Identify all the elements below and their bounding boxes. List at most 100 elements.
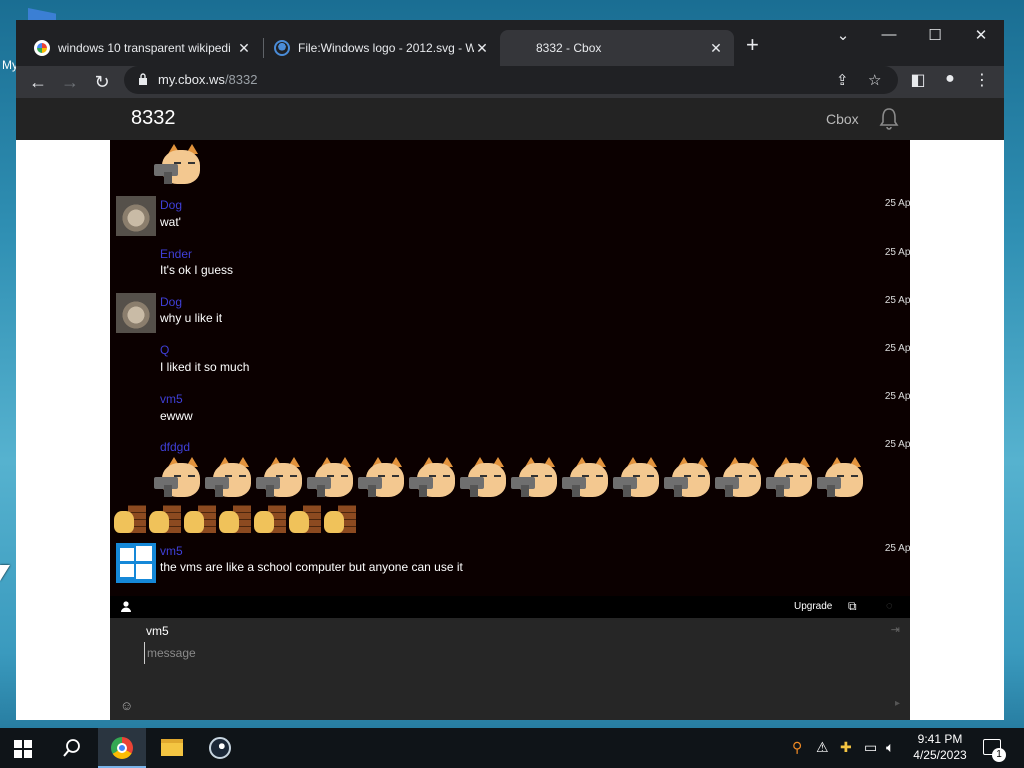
- popout-icon[interactable]: ⧉: [848, 599, 857, 614]
- new-tab-button[interactable]: +: [746, 34, 759, 56]
- profile-icon[interactable]: ●: [938, 70, 962, 88]
- clock-time: 9:41 PM: [917, 732, 963, 746]
- message-author[interactable]: dfdgd: [160, 440, 190, 454]
- gun-cat-emote: [256, 457, 304, 499]
- network-disabled-icon[interactable]: ⚠: [816, 739, 829, 756]
- cbox-header: 8332 Cbox: [16, 98, 1004, 140]
- send-icon[interactable]: ▸: [895, 698, 900, 709]
- windows-security-icon[interactable]: ✚: [840, 739, 852, 756]
- start-windows-icon[interactable]: [14, 740, 32, 758]
- post-form: vm5 ⇥ ☺ ▸: [110, 618, 910, 720]
- gun-cat-emote: [562, 457, 610, 499]
- gun-cat-emote: [409, 457, 457, 499]
- bell-icon[interactable]: [878, 106, 900, 130]
- message-text: ewww: [160, 409, 193, 423]
- menu-kebab-icon[interactable]: ⋮: [970, 70, 994, 90]
- cbox-brand-link[interactable]: Cbox: [826, 111, 859, 127]
- browser-toolbar: ← → ↻ my.cbox.ws/8332 ⇪ ☆ ◧ ● ⋮: [16, 66, 1004, 98]
- reload-icon[interactable]: ↻: [90, 70, 114, 94]
- tab-title: File:Windows logo - 2012.svg - W: [298, 41, 474, 55]
- tab-close-icon[interactable]: ✕: [474, 40, 490, 57]
- bookmark-star-icon[interactable]: ☆: [868, 71, 881, 89]
- wikimedia-icon: [274, 40, 290, 56]
- message-timestamp: 25 Apr 23, 09:39 PM: [884, 343, 910, 354]
- gun-cat-emote: [205, 457, 253, 499]
- message-text: It's ok I guess: [160, 263, 233, 277]
- steam-icon: [209, 737, 231, 759]
- message-author[interactable]: Ender: [160, 247, 192, 261]
- doge-wall-emote: [252, 501, 286, 535]
- message-text: the vms are like a school computer but a…: [160, 560, 463, 574]
- taskbar-chrome-button[interactable]: [98, 728, 146, 768]
- taskbar: ⚲ ⚠ ✚ ▭ 🔈︎ 9:41 PM 4/25/2023 1: [0, 728, 1024, 768]
- doge-wall-emote: [112, 501, 146, 535]
- gun-cat-emote: [154, 457, 202, 499]
- page-title: 8332: [131, 107, 176, 129]
- message-author[interactable]: Dog: [160, 295, 182, 309]
- gun-cat-emote: [817, 457, 865, 499]
- tab-google-search[interactable]: windows 10 transparent wikipedi ✕: [24, 30, 262, 66]
- upgrade-link[interactable]: Upgrade: [794, 601, 832, 612]
- chat-messages[interactable]: Dog 25 Apr 23, 09:38 PM wat' Ender 25 Ap…: [110, 140, 910, 596]
- tab-title: windows 10 transparent wikipedi: [58, 41, 231, 55]
- browser-window: windows 10 transparent wikipedi ✕ File:W…: [16, 20, 1004, 720]
- message-timestamp: 25 Apr 23, 09:40 PM: [884, 391, 910, 402]
- message-timestamp: 25 Apr 23, 09:38 PM: [884, 295, 910, 306]
- message-author[interactable]: Q: [160, 343, 169, 357]
- chrome-icon-center: [117, 743, 127, 753]
- refresh-icon[interactable]: ◌: [886, 600, 893, 612]
- avatar: [116, 196, 156, 236]
- mouse-cursor: [0, 565, 10, 581]
- tab-close-icon[interactable]: ✕: [708, 40, 724, 57]
- close-window-button[interactable]: ✕: [958, 26, 1004, 44]
- maximize-button[interactable]: ☐: [912, 26, 958, 44]
- side-panel-icon[interactable]: ◧: [906, 70, 930, 90]
- doge-wall-emote: [182, 501, 216, 535]
- message-timestamp: 25 Apr 23, 09:38 PM: [884, 198, 910, 209]
- tab-cbox[interactable]: 8332 - Cbox ✕: [500, 30, 734, 66]
- doge-wall-emote: [322, 501, 356, 535]
- search-tray-icon[interactable]: ⚲: [792, 739, 802, 756]
- share-icon[interactable]: ⇪: [836, 71, 849, 89]
- forward-arrow-icon[interactable]: →: [58, 70, 82, 94]
- taskbar-steam-button[interactable]: [196, 728, 244, 768]
- url-path: /8332: [224, 72, 258, 87]
- message-text: why u like it: [160, 311, 223, 325]
- gun-cat-emote: [307, 457, 355, 499]
- network-icon[interactable]: ▭: [864, 739, 877, 756]
- search-icon[interactable]: [62, 738, 82, 758]
- message-text: I liked it so much: [160, 360, 250, 374]
- login-icon[interactable]: ⇥: [891, 623, 900, 636]
- back-arrow-icon[interactable]: ←: [26, 70, 50, 94]
- user-icon[interactable]: [121, 601, 131, 612]
- system-clock[interactable]: 9:41 PM 4/25/2023: [910, 731, 970, 763]
- windows-logo-avatar: [116, 543, 156, 583]
- gun-cat-emote: [766, 457, 814, 499]
- message-author[interactable]: vm5: [160, 544, 183, 558]
- doge-wall-emote: [217, 501, 251, 535]
- gun-cat-emote: [664, 457, 712, 499]
- url-text: my.cbox.ws/8332: [158, 72, 257, 87]
- gun-cat-emote: [460, 457, 508, 499]
- address-bar[interactable]: my.cbox.ws/8332 ⇪ ☆: [124, 66, 898, 94]
- message-author[interactable]: vm5: [160, 392, 183, 406]
- gun-cat-emote: [715, 457, 763, 499]
- notification-count-badge: 1: [992, 748, 1006, 762]
- tab-strip: windows 10 transparent wikipedi ✕ File:W…: [16, 20, 1004, 66]
- tab-wikimedia-file[interactable]: File:Windows logo - 2012.svg - W ✕: [264, 30, 500, 66]
- tab-title: 8332 - Cbox: [536, 41, 602, 55]
- message-input[interactable]: [144, 642, 844, 664]
- avatar: [116, 293, 156, 333]
- gun-cat-emote: [511, 457, 559, 499]
- tab-close-icon[interactable]: ✕: [236, 40, 252, 57]
- smiley-icon[interactable]: ☺: [120, 698, 133, 713]
- minimize-button[interactable]: —: [866, 26, 912, 43]
- gun-cat-emote: [358, 457, 406, 499]
- tab-search-dropdown-icon[interactable]: ⌄: [820, 26, 866, 44]
- name-field[interactable]: vm5: [146, 624, 169, 638]
- message-author[interactable]: Dog: [160, 198, 182, 212]
- google-icon: [34, 40, 50, 56]
- taskbar-file-explorer-button[interactable]: [148, 728, 196, 768]
- chat-action-bar: Upgrade ⧉ ◌: [110, 596, 910, 618]
- volume-icon[interactable]: 🔈︎: [886, 739, 894, 756]
